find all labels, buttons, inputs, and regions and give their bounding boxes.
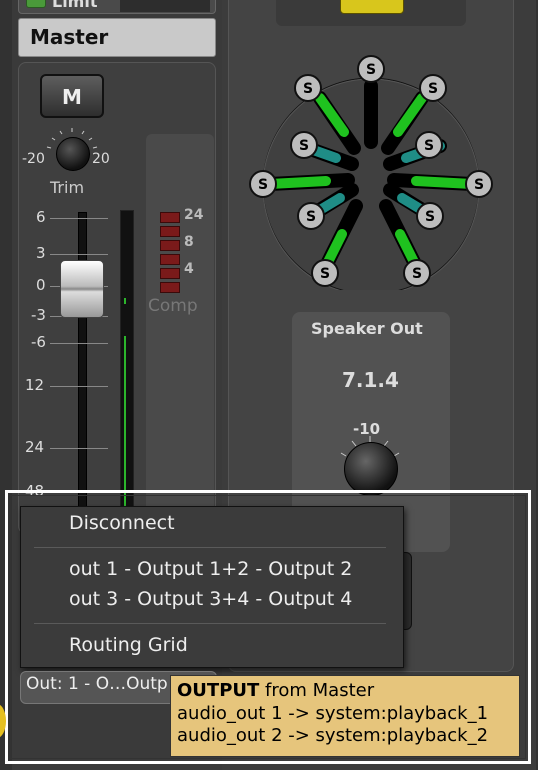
trim-knob[interactable] bbox=[56, 137, 90, 171]
fader-track[interactable] bbox=[78, 212, 87, 514]
menu-separator bbox=[34, 547, 386, 548]
fader-scale-label: -3 bbox=[31, 306, 46, 324]
solo-button-fr[interactable]: S bbox=[419, 74, 447, 102]
menu-item-output-3-4[interactable]: out 3 - Output 3+4 - Output 4 bbox=[69, 588, 352, 610]
fader-scale-label: 3 bbox=[36, 244, 46, 262]
fader-tick bbox=[50, 218, 108, 219]
speaker-level-sl bbox=[265, 176, 331, 189]
svg-text:S: S bbox=[425, 209, 435, 225]
tooltip-line-1: audio_out 1 -> system:playback_1 bbox=[177, 703, 489, 724]
solo-button-trl[interactable]: S bbox=[297, 202, 325, 230]
comp-meter-area bbox=[146, 134, 214, 514]
trim-max-label: 20 bbox=[92, 151, 110, 167]
fader-scale-label: 6 bbox=[36, 208, 46, 226]
svg-text:S: S bbox=[474, 177, 484, 193]
limit-label: Limit bbox=[52, 0, 98, 11]
fader-scale-label: 24 bbox=[25, 438, 45, 456]
comp-led bbox=[160, 212, 180, 223]
svg-text:S: S bbox=[320, 266, 330, 282]
limit-field bbox=[120, 0, 210, 12]
comp-level-4: 4 bbox=[184, 261, 194, 277]
menu-item-output-1-2[interactable]: out 1 - Output 1+2 - Output 2 bbox=[69, 558, 352, 580]
comp-led bbox=[160, 226, 180, 237]
master-label: Master bbox=[30, 25, 109, 49]
comp-led bbox=[160, 268, 180, 279]
speaker-level-sr bbox=[411, 176, 477, 189]
svg-text:S: S bbox=[366, 62, 376, 78]
solo-button-br[interactable]: S bbox=[403, 259, 431, 287]
tooltip-line-2: audio_out 2 -> system:playback_2 bbox=[177, 725, 489, 746]
tooltip-title-rest: from Master bbox=[259, 680, 375, 701]
svg-text:S: S bbox=[412, 266, 422, 282]
speaker-level-label: -10 bbox=[353, 420, 381, 438]
menu-item-disconnect[interactable]: Disconnect bbox=[69, 512, 175, 534]
tooltip-title-bold: OUTPUT bbox=[177, 680, 260, 701]
level-meter-peak bbox=[124, 298, 126, 304]
fader-handle[interactable] bbox=[60, 260, 104, 318]
fader-scale-label: -6 bbox=[31, 333, 46, 351]
limit-checkbox[interactable] bbox=[26, 0, 46, 8]
surround-panner[interactable]: S S S S S S S S S S S bbox=[240, 50, 500, 290]
speaker-level-knob[interactable] bbox=[344, 442, 398, 496]
solo-button-c[interactable]: S bbox=[357, 55, 385, 83]
solo-button-tfr[interactable]: S bbox=[415, 131, 443, 159]
tooltip-title: OUTPUT from Master bbox=[177, 680, 374, 701]
svg-text:S: S bbox=[424, 138, 434, 154]
fader-tick bbox=[50, 343, 108, 344]
comp-level-24: 24 bbox=[184, 207, 204, 223]
solo-button-tfl[interactable]: S bbox=[290, 131, 318, 159]
yellow-toggle-button[interactable] bbox=[340, 0, 404, 14]
comp-led bbox=[160, 254, 180, 265]
fader-scale-label: 0 bbox=[36, 276, 46, 294]
comp-label: Comp bbox=[148, 296, 198, 316]
fader-scale-label: 12 bbox=[25, 376, 45, 394]
fader-tick bbox=[50, 448, 108, 449]
svg-text:S: S bbox=[258, 177, 268, 193]
mute-button[interactable]: M bbox=[40, 74, 104, 118]
svg-text:S: S bbox=[303, 81, 313, 97]
comp-led bbox=[160, 282, 180, 293]
speaker-layout-value[interactable]: 7.1.4 bbox=[342, 368, 399, 392]
comp-led bbox=[160, 240, 180, 251]
svg-text:S: S bbox=[428, 81, 438, 97]
fader-tick bbox=[50, 386, 108, 387]
solo-button-sl[interactable]: S bbox=[249, 170, 277, 198]
svg-text:S: S bbox=[306, 209, 316, 225]
trim-min-label: -20 bbox=[22, 151, 45, 167]
output-button-label: Out: 1 - O…Outp bbox=[26, 674, 168, 694]
solo-button-bl[interactable]: S bbox=[311, 259, 339, 287]
level-meter bbox=[120, 210, 134, 512]
solo-button-fl[interactable]: S bbox=[294, 74, 322, 102]
solo-button-trr[interactable]: S bbox=[416, 202, 444, 230]
fader-tick bbox=[50, 254, 108, 255]
comp-level-8: 8 bbox=[184, 234, 194, 250]
menu-separator bbox=[34, 623, 386, 624]
trim-label: Trim bbox=[50, 178, 85, 197]
level-meter-bar bbox=[124, 336, 126, 506]
svg-text:S: S bbox=[299, 138, 309, 154]
menu-item-routing-grid[interactable]: Routing Grid bbox=[69, 634, 188, 656]
speaker-out-title: Speaker Out bbox=[311, 319, 423, 338]
solo-button-sr[interactable]: S bbox=[465, 170, 493, 198]
